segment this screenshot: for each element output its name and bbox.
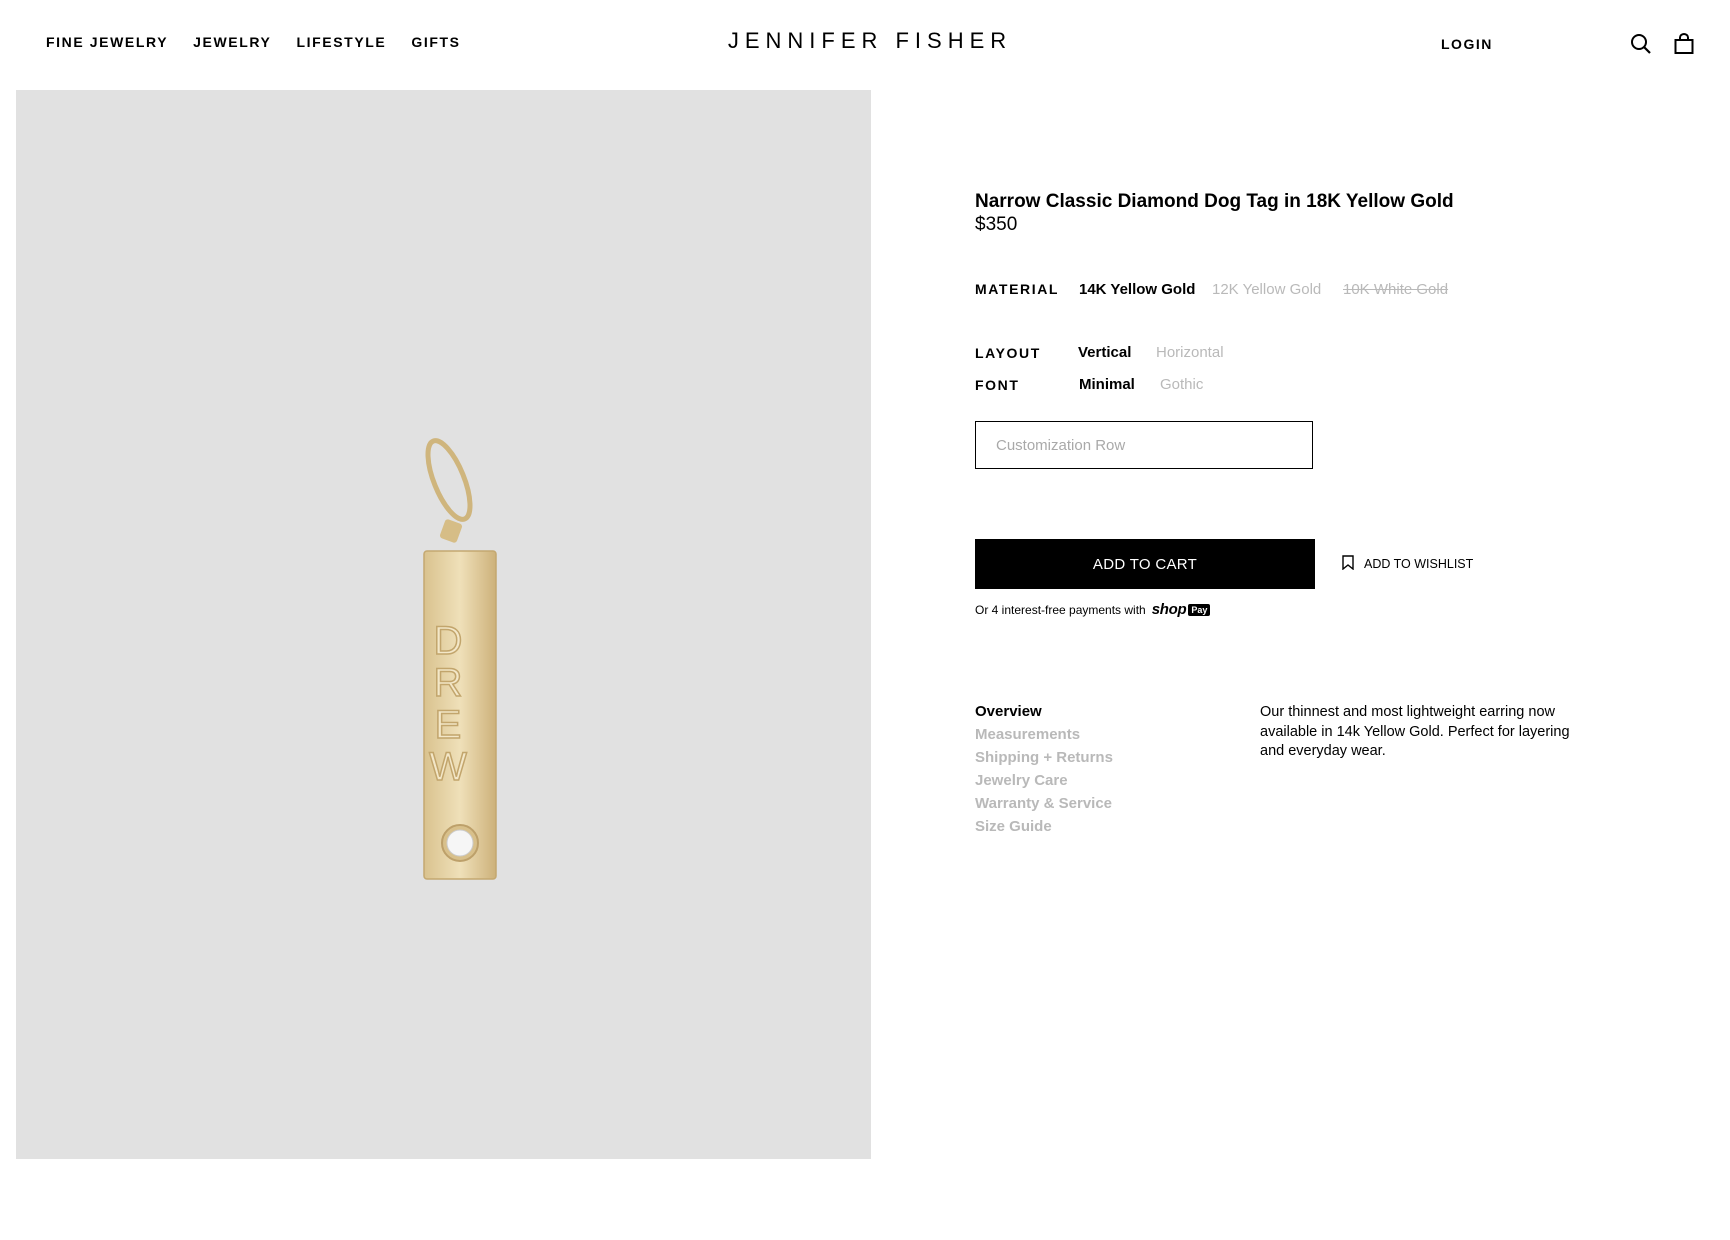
material-label: MATERIAL	[975, 281, 1060, 297]
tab-measurements[interactable]: Measurements	[975, 726, 1113, 744]
layout-option-horizontal[interactable]: Horizontal	[1156, 344, 1224, 361]
add-to-cart-button[interactable]: ADD TO CART	[975, 539, 1315, 589]
tab-shipping-returns[interactable]: Shipping + Returns	[975, 749, 1113, 767]
bag-icon[interactable]	[1673, 33, 1695, 55]
add-to-wishlist-button[interactable]: ADD TO WISHLIST	[1342, 555, 1473, 573]
bookmark-icon	[1342, 555, 1354, 573]
details-tabs: Overview Measurements Shipping + Returns…	[975, 703, 1113, 836]
shoppay-pay-badge: Pay	[1188, 603, 1211, 616]
layout-label: LAYOUT	[975, 345, 1041, 361]
shoppay-logo: shop Pay	[1152, 601, 1211, 618]
material-option-10k-white-gold[interactable]: 10K White Gold	[1343, 281, 1448, 298]
tab-warranty-service[interactable]: Warranty & Service	[975, 795, 1113, 813]
font-option-minimal[interactable]: Minimal	[1079, 376, 1135, 393]
shoppay-shop-text: shop	[1151, 601, 1187, 618]
material-option-14k-yellow-gold[interactable]: 14K Yellow Gold	[1079, 281, 1195, 298]
product-image[interactable]: DREW	[16, 90, 871, 1159]
tab-size-guide[interactable]: Size Guide	[975, 818, 1113, 836]
tab-jewelry-care[interactable]: Jewelry Care	[975, 772, 1113, 790]
engraving-text: DREW	[428, 619, 467, 789]
search-icon[interactable]	[1630, 33, 1652, 55]
tab-overview[interactable]: Overview	[975, 703, 1113, 721]
installments-info: Or 4 interest-free payments with shop Pa…	[975, 601, 1211, 618]
customization-input[interactable]	[975, 421, 1313, 469]
installments-text: Or 4 interest-free payments with	[975, 602, 1146, 617]
material-option-12k-yellow-gold[interactable]: 12K Yellow Gold	[1212, 281, 1321, 298]
overview-description: Our thinnest and most lightweight earrin…	[1260, 704, 1570, 759]
font-option-gothic[interactable]: Gothic	[1160, 376, 1203, 393]
layout-option-vertical[interactable]: Vertical	[1078, 344, 1131, 361]
wishlist-label: ADD TO WISHLIST	[1364, 557, 1474, 571]
product-title: Narrow Classic Diamond Dog Tag in 18K Ye…	[975, 191, 1454, 212]
login-link[interactable]: LOGIN	[1441, 36, 1493, 52]
font-label: FONT	[975, 377, 1020, 393]
product-price: $350	[975, 214, 1018, 235]
